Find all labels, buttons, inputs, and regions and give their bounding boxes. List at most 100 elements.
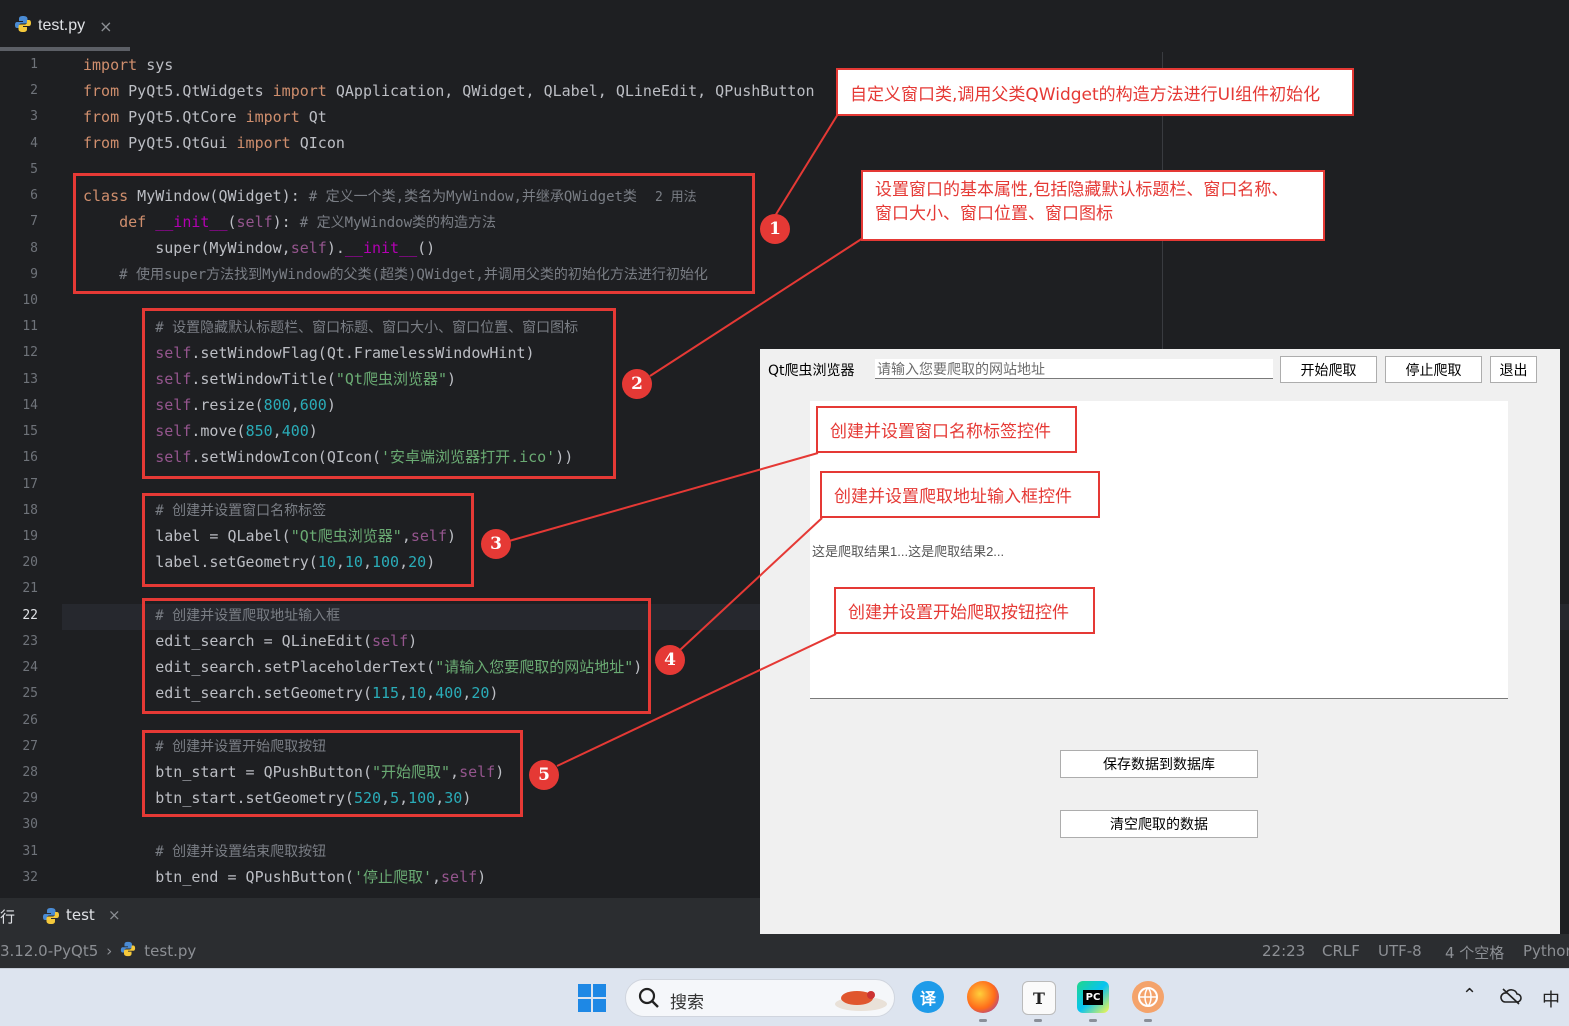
- line-number: 8: [30, 240, 38, 256]
- line-number: 14: [22, 397, 38, 413]
- line-number-gutter: 1 2 3 4 5 6 7 8 9 10 11 12 13 14 15 16 17 18 19 20 21 22 23 24 2…: [0, 52, 62, 898]
- badge-4: 4: [655, 645, 685, 675]
- line-number: 10: [22, 292, 38, 308]
- running-indicator: [1034, 1019, 1042, 1022]
- url-input[interactable]: [875, 359, 1273, 379]
- line-number: 28: [22, 764, 38, 780]
- run-tab-test[interactable]: test: [66, 906, 95, 924]
- cursor-position[interactable]: 22:23: [1262, 942, 1305, 960]
- pycharm-icon[interactable]: PC: [1077, 981, 1109, 1013]
- running-indicator: [1144, 1019, 1152, 1022]
- code-line-3: from PyQt5.QtCore import Qt: [83, 108, 327, 126]
- callout-4: 创建并设置爬取地址输入框控件: [820, 471, 1100, 518]
- line-separator[interactable]: CRLF: [1322, 942, 1360, 960]
- line-number: 20: [22, 555, 38, 571]
- typora-icon[interactable]: T: [1022, 981, 1056, 1015]
- clear-data-button[interactable]: 清空爬取的数据: [1060, 810, 1258, 838]
- code-line-4: from PyQt5.QtGui import QIcon: [83, 134, 345, 152]
- callout-1: 自定义窗口类,调用父类QWidget的构造方法进行UI组件初始化: [836, 68, 1354, 116]
- tab-active-indicator: [0, 47, 130, 51]
- result-text: 这是爬取结果1...这是爬取结果2...: [812, 544, 1005, 559]
- indent-setting[interactable]: 4 个空格: [1445, 942, 1504, 963]
- line-number: 6: [30, 188, 38, 204]
- callout-5: 创建并设置开始爬取按钮控件: [834, 587, 1095, 634]
- editor-tab-bar: test.py ×: [0, 0, 1569, 53]
- chevron-right-icon: ›: [106, 942, 113, 960]
- exit-button[interactable]: 退出: [1490, 356, 1537, 383]
- line-number: 29: [22, 791, 38, 807]
- running-indicator: [1089, 1019, 1097, 1022]
- firefox-icon[interactable]: [967, 981, 999, 1013]
- cloud-offline-icon[interactable]: [1500, 987, 1522, 1009]
- line-number: 23: [22, 633, 38, 649]
- python-file-icon: [14, 15, 32, 37]
- line-number: 11: [22, 319, 38, 335]
- line-number: 27: [22, 738, 38, 754]
- start-crawl-button[interactable]: 开始爬取: [1280, 356, 1377, 383]
- line-number: 25: [22, 686, 38, 702]
- file-encoding[interactable]: UTF-8: [1378, 942, 1422, 960]
- taskbar-search[interactable]: 搜索: [625, 979, 895, 1017]
- line-number: 18: [22, 502, 38, 518]
- highlight-box-class-def: [73, 173, 755, 294]
- python-file-icon: [120, 941, 136, 961]
- highlight-box-label: [142, 493, 474, 587]
- interpreter-name[interactable]: 3.12.0-PyQt5: [0, 942, 98, 960]
- line-number: 30: [22, 817, 38, 833]
- run-panel-title: 行: [0, 908, 16, 926]
- close-icon[interactable]: ×: [99, 17, 112, 36]
- line-number: 24: [22, 660, 38, 676]
- line-number: 4: [30, 135, 38, 151]
- badge-3: 3: [481, 529, 511, 559]
- python-file-icon: [42, 907, 60, 929]
- running-indicator: [979, 1019, 987, 1022]
- status-bar: 3.12.0-PyQt5 › test.py 22:23 CRLF UTF-8 …: [0, 934, 1569, 968]
- line-number: 7: [30, 214, 38, 230]
- code-line-31: # 创建并设置结束爬取按钮: [155, 844, 327, 860]
- badge-5: 5: [529, 760, 559, 790]
- line-number: 21: [22, 581, 38, 597]
- highlight-box-search-input: [142, 598, 651, 714]
- line-number: 31: [22, 843, 38, 859]
- tab-label: test.py: [38, 17, 86, 34]
- code-line-1: import sys: [83, 56, 174, 74]
- language-mode[interactable]: Python: [1523, 942, 1569, 960]
- callout-2-line1: 设置窗口的基本属性,包括隐藏默认标题栏、窗口名称、: [875, 180, 1289, 200]
- callout-2-line2: 窗口大小、窗口位置、窗口图标: [875, 204, 1113, 224]
- ime-indicator[interactable]: 中: [1542, 986, 1560, 1012]
- globe-app-icon[interactable]: [1132, 981, 1164, 1013]
- search-highlight-image-icon: [831, 986, 889, 1016]
- translate-app-icon[interactable]: 译: [912, 981, 944, 1013]
- line-number: 3: [30, 109, 38, 125]
- windows-taskbar: 搜索 译 T PC ⌃ 中: [0, 968, 1569, 1026]
- line-number: 19: [22, 528, 38, 544]
- run-panel-tabs: 行 test ×: [0, 898, 760, 934]
- callout-2: 设置窗口的基本属性,包括隐藏默认标题栏、窗口名称、 窗口大小、窗口位置、窗口图标: [861, 170, 1325, 241]
- save-to-db-button[interactable]: 保存数据到数据库: [1060, 750, 1258, 778]
- highlight-box-window-props: [142, 308, 616, 479]
- line-number: 16: [22, 450, 38, 466]
- search-icon: [638, 987, 660, 1013]
- status-breadcrumb: 3.12.0-PyQt5 › test.py: [0, 934, 196, 968]
- line-number: 17: [22, 476, 38, 492]
- status-file[interactable]: test.py: [144, 942, 196, 960]
- line-number: 12: [22, 345, 38, 361]
- code-line-2: from PyQt5.QtWidgets import QApplication…: [83, 82, 815, 100]
- badge-2: 2: [622, 369, 652, 399]
- line-number: 13: [22, 371, 38, 387]
- tab-test-py[interactable]: test.py ×: [0, 0, 130, 52]
- line-number: 26: [22, 712, 38, 728]
- windows-start-icon[interactable]: [577, 983, 607, 1013]
- app-title-label: Qt爬虫浏览器: [768, 363, 855, 379]
- close-icon[interactable]: ×: [108, 906, 121, 924]
- chevron-up-icon[interactable]: ⌃: [1462, 985, 1477, 1006]
- line-number: 15: [22, 424, 38, 440]
- line-number: 1: [30, 57, 38, 72]
- badge-1: 1: [760, 214, 790, 244]
- line-number: 32: [22, 869, 38, 885]
- line-number: 2: [30, 83, 38, 99]
- stop-crawl-button[interactable]: 停止爬取: [1385, 356, 1482, 383]
- line-number: 5: [30, 161, 38, 177]
- code-line-32: btn_end = QPushButton('停止爬取',self): [83, 868, 487, 886]
- line-number: 9: [30, 266, 38, 282]
